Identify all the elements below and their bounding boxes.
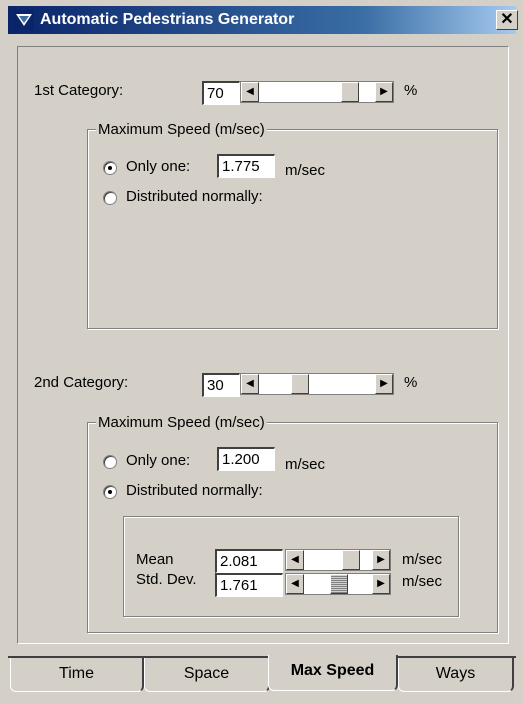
cat1-distributed-label[interactable]: Distributed normally: xyxy=(126,188,263,205)
cat1-percent-field[interactable]: 70 xyxy=(202,81,240,105)
scroll-right-icon[interactable]: ▶ xyxy=(372,574,390,594)
cat2-distributed-label[interactable]: Distributed normally: xyxy=(126,482,263,499)
mean-label: Mean xyxy=(136,551,174,568)
cat1-only-one-unit: m/sec xyxy=(285,162,326,179)
scroll-thumb[interactable] xyxy=(342,550,360,570)
scroll-thumb[interactable] xyxy=(291,374,309,394)
window-bottom-edge xyxy=(0,692,523,704)
tab-max-speed[interactable]: Max Speed xyxy=(268,655,398,691)
cat2-group-title: Maximum Speed (m/sec) xyxy=(96,414,267,431)
cat2-only-one-field[interactable]: 1.200 xyxy=(217,447,275,471)
cat2-percent-field[interactable]: 30 xyxy=(202,373,240,397)
close-button[interactable]: ✕ xyxy=(496,10,518,30)
cat2-label: 2nd Category: xyxy=(34,374,129,391)
app-icon xyxy=(14,10,34,30)
scroll-left-icon[interactable]: ◀ xyxy=(286,550,304,570)
scroll-left-icon[interactable]: ◀ xyxy=(241,374,259,394)
mean-field[interactable]: 2.081 xyxy=(215,549,283,573)
mean-scrollbar[interactable]: ◀ ▶ xyxy=(285,549,391,571)
std-dev-scrollbar[interactable]: ◀ ▶ xyxy=(285,573,391,595)
cat2-percent-unit: % xyxy=(404,374,418,391)
dialog-window: Automatic Pedestrians Generator ✕ 1st Ca… xyxy=(0,0,523,704)
cat1-only-one-radio[interactable] xyxy=(103,161,117,175)
cat1-label: 1st Category: xyxy=(34,82,124,99)
cat2-only-one-unit: m/sec xyxy=(285,456,326,473)
scroll-left-icon[interactable]: ◀ xyxy=(286,574,304,594)
cat1-percent-unit: % xyxy=(404,82,418,99)
tab-time[interactable]: Time xyxy=(10,658,144,692)
window-title: Automatic Pedestrians Generator xyxy=(40,11,295,28)
cat1-only-one-field[interactable]: 1.775 xyxy=(217,154,275,178)
cat2-percent-scrollbar[interactable]: ◀ ▶ xyxy=(240,373,394,395)
close-icon: ✕ xyxy=(500,11,514,28)
scroll-thumb[interactable] xyxy=(330,574,348,594)
std-dev-label: Std. Dev. xyxy=(136,571,197,588)
cat2-only-one-radio[interactable] xyxy=(103,455,117,469)
std-dev-field[interactable]: 1.761 xyxy=(215,573,283,597)
cat2-distributed-radio[interactable] xyxy=(103,485,117,499)
scroll-right-icon[interactable]: ▶ xyxy=(372,550,390,570)
scroll-thumb[interactable] xyxy=(341,82,359,102)
title-bar[interactable]: Automatic Pedestrians Generator ✕ xyxy=(8,6,518,34)
scroll-right-icon[interactable]: ▶ xyxy=(375,82,393,102)
tab-space[interactable]: Space xyxy=(144,658,270,692)
scroll-left-icon[interactable]: ◀ xyxy=(241,82,259,102)
cat1-distributed-radio[interactable] xyxy=(103,191,117,205)
cat1-percent-scrollbar[interactable]: ◀ ▶ xyxy=(240,81,394,103)
scroll-right-icon[interactable]: ▶ xyxy=(375,374,393,394)
std-dev-unit: m/sec xyxy=(402,573,443,590)
cat1-only-one-label[interactable]: Only one: xyxy=(126,158,190,175)
tab-ways[interactable]: Ways xyxy=(398,658,514,692)
mean-unit: m/sec xyxy=(402,551,443,568)
cat2-only-one-label[interactable]: Only one: xyxy=(126,452,190,469)
cat1-group-title: Maximum Speed (m/sec) xyxy=(96,121,267,138)
